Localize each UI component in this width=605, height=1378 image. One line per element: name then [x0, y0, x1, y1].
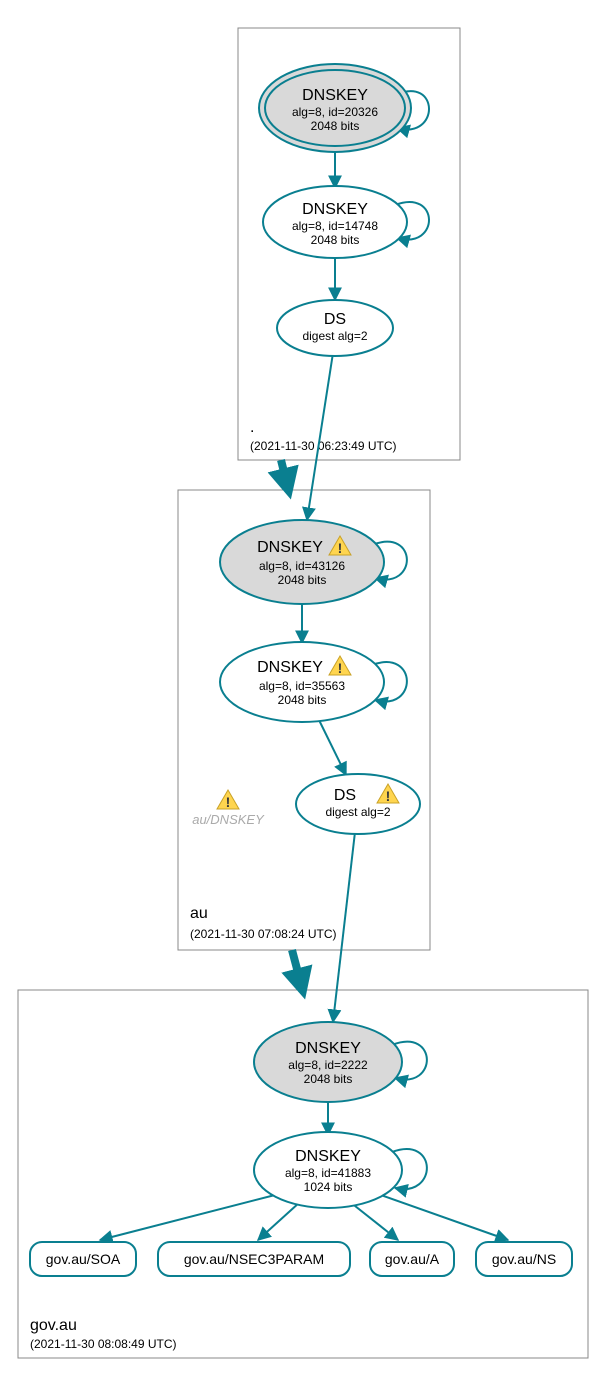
svg-text:gov.au/A: gov.au/A [385, 1251, 440, 1267]
svg-text:alg=8, id=41883: alg=8, id=41883 [285, 1166, 371, 1180]
svg-text:gov.au/NSEC3PARAM: gov.au/NSEC3PARAM [184, 1251, 324, 1267]
svg-text:alg=8, id=14748: alg=8, id=14748 [292, 219, 378, 233]
svg-text:DNSKEY: DNSKEY [257, 659, 323, 676]
edge-govau-zsk-soa [100, 1195, 275, 1240]
svg-text:2048 bits: 2048 bits [311, 119, 360, 133]
svg-text:DNSKEY: DNSKEY [295, 1148, 361, 1165]
svg-text:alg=8, id=35563: alg=8, id=35563 [259, 679, 345, 693]
node-rr-ns: gov.au/NS [476, 1242, 572, 1276]
node-root-zsk: DNSKEY alg=8, id=14748 2048 bits [263, 186, 407, 258]
svg-text:DS: DS [334, 787, 356, 804]
svg-text:alg=8, id=2222: alg=8, id=2222 [288, 1058, 368, 1072]
node-rr-nsec3param: gov.au/NSEC3PARAM [158, 1242, 350, 1276]
zone-root-name: . [250, 419, 254, 436]
zone-govau-name: gov.au [30, 1317, 77, 1334]
node-root-ds: DS digest alg=2 [277, 300, 393, 356]
svg-text:2048 bits: 2048 bits [278, 573, 327, 587]
svg-text:DS: DS [324, 311, 346, 328]
node-rr-soa: gov.au/SOA [30, 1242, 136, 1276]
node-govau-zsk: DNSKEY alg=8, id=41883 1024 bits [254, 1132, 402, 1208]
node-rr-a: gov.au/A [370, 1242, 454, 1276]
svg-text:DNSKEY: DNSKEY [302, 87, 368, 104]
edge-root-ds-au-ksk [307, 353, 333, 520]
svg-text:gov.au/NS: gov.au/NS [492, 1251, 556, 1267]
svg-text:DNSKEY: DNSKEY [295, 1040, 361, 1057]
edge-govau-zsk-a [350, 1202, 398, 1240]
edge-root-to-au-zone [281, 460, 287, 484]
node-au-ksk: DNSKEY alg=8, id=43126 2048 bits [220, 520, 384, 604]
svg-text:DNSKEY: DNSKEY [257, 539, 323, 556]
svg-text:2048 bits: 2048 bits [304, 1072, 353, 1086]
node-govau-ksk: DNSKEY alg=8, id=2222 2048 bits [254, 1022, 402, 1102]
warning-icon [217, 790, 239, 810]
node-au-zsk: DNSKEY alg=8, id=35563 2048 bits [220, 642, 384, 722]
edge-au-to-govau-zone [292, 950, 301, 984]
svg-text:2048 bits: 2048 bits [278, 693, 327, 707]
edge-au-zsk-ds [318, 718, 346, 775]
svg-text:DNSKEY: DNSKEY [302, 201, 368, 218]
svg-text:digest alg=2: digest alg=2 [302, 329, 367, 343]
svg-text:digest alg=2: digest alg=2 [325, 805, 390, 819]
svg-text:1024 bits: 1024 bits [304, 1180, 353, 1194]
edge-govau-zsk-ns [378, 1194, 508, 1240]
svg-text:2048 bits: 2048 bits [311, 233, 360, 247]
svg-text:alg=8, id=43126: alg=8, id=43126 [259, 559, 345, 573]
node-au-ghost: au/DNSKEY [192, 790, 265, 827]
zone-au-ts: (2021-11-30 07:08:24 UTC) [190, 927, 337, 941]
edge-govau-zsk-nsec3 [258, 1202, 300, 1240]
zone-root-ts: (2021-11-30 06:23:49 UTC) [250, 439, 397, 453]
node-au-ds: DS digest alg=2 [296, 774, 420, 834]
zone-au-name: au [190, 905, 208, 922]
node-root-ksk: DNSKEY alg=8, id=20326 2048 bits [259, 64, 411, 152]
svg-text:alg=8, id=20326: alg=8, id=20326 [292, 105, 378, 119]
zone-govau-ts: (2021-11-30 08:08:49 UTC) [30, 1337, 177, 1351]
svg-text:au/DNSKEY: au/DNSKEY [192, 812, 265, 827]
svg-text:gov.au/SOA: gov.au/SOA [46, 1251, 121, 1267]
